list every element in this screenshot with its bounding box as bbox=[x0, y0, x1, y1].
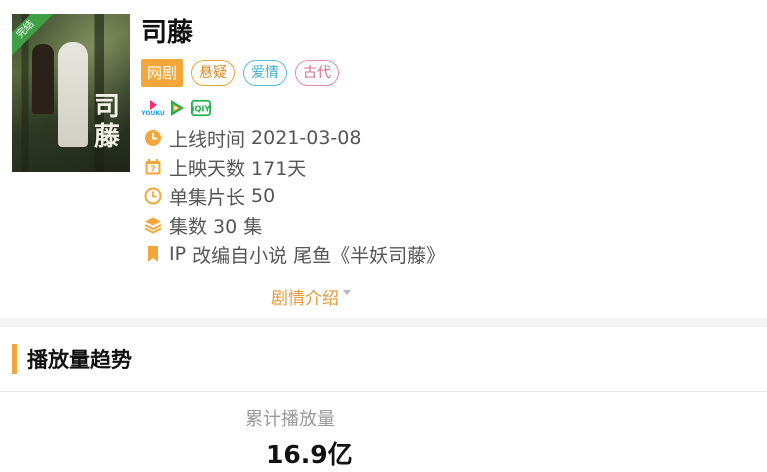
info-release-date: 上线时间 2021-03-08 bbox=[143, 125, 361, 151]
ip-value: 改编自小说 尾鱼《半妖司藤》 bbox=[192, 244, 446, 267]
type-tag: 网剧 bbox=[141, 59, 184, 87]
drama-title: 司藤 bbox=[141, 18, 194, 48]
days-label: 上映天数 bbox=[169, 157, 246, 180]
poster-calligraphy-title: 司藤 bbox=[93, 92, 120, 152]
episodes-value: 30 集 bbox=[213, 215, 263, 238]
drama-detail-page: 司藤 完结 司藤 网剧 悬疑 爱情 古代 YOUKU iQIY 上线时间 202… bbox=[0, 0, 767, 472]
calendar-icon: 7 bbox=[143, 157, 163, 177]
genre-tag-mystery[interactable]: 悬疑 bbox=[191, 60, 236, 86]
caret-down-icon bbox=[343, 290, 351, 295]
release-date-value: 2021-03-08 bbox=[251, 127, 362, 149]
release-date-label: 上线时间 bbox=[169, 128, 246, 151]
synopsis-toggle[interactable]: 剧情介绍 bbox=[271, 284, 351, 309]
genre-tag-ancient[interactable]: 古代 bbox=[295, 60, 340, 86]
platform-list: YOUKU iQIY bbox=[141, 98, 211, 118]
episodes-label: 集数 bbox=[169, 215, 208, 238]
iqiyi-icon[interactable]: iQIY bbox=[191, 98, 211, 118]
duration-value: 50 bbox=[251, 185, 276, 207]
info-days: 7 上映天数 171天 bbox=[143, 154, 306, 180]
synopsis-label: 剧情介绍 bbox=[271, 289, 339, 309]
section-title: 播放量趋势 bbox=[27, 348, 132, 372]
drama-poster[interactable]: 司藤 完结 bbox=[12, 14, 130, 172]
total-plays-label: 累计播放量 bbox=[245, 409, 335, 430]
poster-figure-female bbox=[58, 42, 88, 147]
svg-text:7: 7 bbox=[150, 165, 156, 174]
info-ip-source: IP 改编自小说 尾鱼《半妖司藤》 bbox=[143, 241, 445, 267]
section-accent-bar bbox=[12, 344, 17, 374]
section-underline bbox=[0, 391, 767, 392]
tencent-video-icon[interactable] bbox=[167, 98, 187, 118]
bookmark-icon bbox=[143, 244, 163, 264]
svg-text:iQIY: iQIY bbox=[192, 104, 211, 114]
poster-figure-male bbox=[32, 44, 54, 114]
clock-icon bbox=[143, 128, 163, 148]
tag-list: 网剧 悬疑 爱情 古代 bbox=[141, 59, 340, 87]
section-header: 播放量趋势 bbox=[12, 344, 132, 374]
section-divider bbox=[0, 318, 767, 327]
layers-icon bbox=[143, 215, 163, 235]
days-value: 171天 bbox=[251, 157, 307, 180]
ip-label: IP bbox=[169, 243, 187, 265]
info-duration: 单集片长 50 bbox=[143, 183, 275, 209]
genre-tag-romance[interactable]: 爱情 bbox=[243, 60, 288, 86]
info-episodes: 集数 30 集 bbox=[143, 212, 262, 238]
timer-icon bbox=[143, 186, 163, 206]
total-plays-value: 16.9亿 bbox=[266, 440, 353, 469]
duration-label: 单集片长 bbox=[169, 186, 246, 209]
youku-icon[interactable]: YOUKU bbox=[141, 98, 165, 118]
